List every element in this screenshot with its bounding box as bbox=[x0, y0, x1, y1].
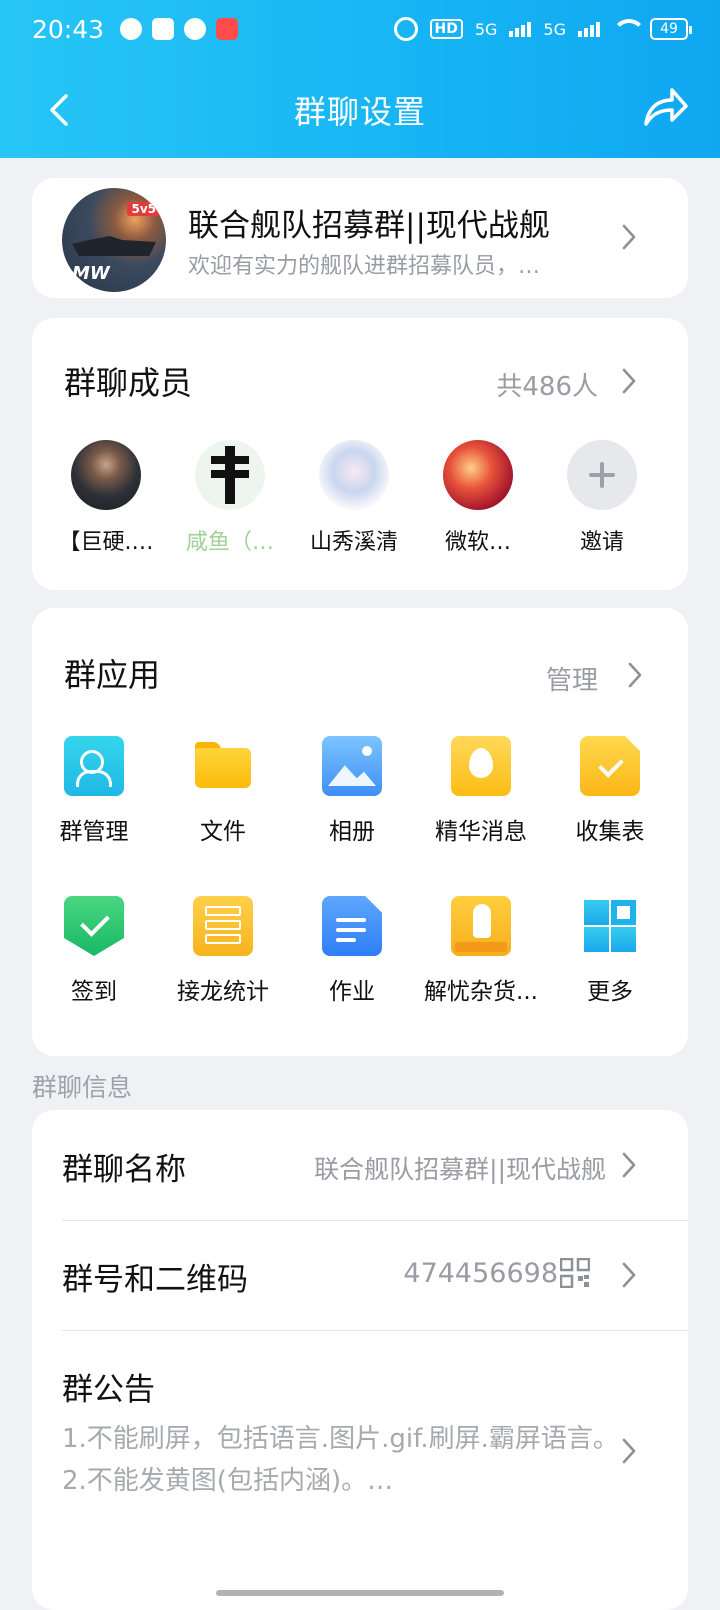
group-profile-card[interactable]: 5v5 MW 联合舰队招募群||现代战舰 欢迎有实力的舰队进群招募队员，… bbox=[32, 178, 688, 298]
members-card: 群聊成员 共486人 【巨硬.… 咸鱼（… 山秀溪清 微软… 邀请 bbox=[32, 318, 688, 590]
app-collect-form[interactable]: 收集表 bbox=[546, 736, 674, 846]
members-title: 群聊成员 bbox=[64, 364, 193, 402]
share-icon[interactable] bbox=[640, 84, 690, 132]
group-number-label: 群号和二维码 bbox=[62, 1262, 248, 1298]
app-notification-icon bbox=[216, 18, 239, 40]
app-files[interactable]: 文件 bbox=[159, 736, 287, 846]
wechat-icon bbox=[120, 18, 143, 40]
back-icon[interactable] bbox=[40, 90, 80, 130]
app-chain-stats[interactable]: 接龙统计 bbox=[159, 896, 287, 1006]
app-album[interactable]: 相册 bbox=[288, 736, 416, 846]
app-label: 签到 bbox=[71, 979, 117, 1005]
chevron-right-icon bbox=[620, 1260, 638, 1290]
alarm-icon bbox=[393, 17, 418, 41]
qr-code-icon bbox=[559, 1257, 591, 1289]
group-avatar: 5v5 MW bbox=[62, 188, 166, 292]
app-label: 相册 bbox=[329, 819, 375, 845]
wifi-icon bbox=[612, 19, 646, 39]
member-item[interactable]: 微软… bbox=[413, 440, 543, 556]
group-name-row[interactable]: 群聊名称 联合舰队招募群||现代战舰 bbox=[32, 1110, 688, 1220]
network-2-label: 5G bbox=[543, 19, 566, 39]
hd-badge: HD bbox=[429, 19, 463, 39]
network-1-label: 5G bbox=[474, 19, 498, 39]
member-item[interactable]: 【巨硬.… bbox=[41, 440, 171, 556]
signal-2-icon bbox=[578, 21, 600, 37]
member-avatar bbox=[443, 440, 513, 510]
app-more[interactable]: 更多 bbox=[546, 896, 674, 1006]
member-name: 【巨硬.… bbox=[58, 530, 154, 555]
app-checkin[interactable]: 签到 bbox=[30, 896, 158, 1006]
app-group-manage[interactable]: 群管理 bbox=[30, 736, 158, 846]
chevron-right-icon bbox=[620, 1436, 638, 1466]
group-description: 欢迎有实力的舰队进群招募队员，… bbox=[188, 254, 541, 279]
chain-stats-icon bbox=[193, 896, 253, 956]
add-icon bbox=[567, 440, 637, 510]
member-name: 咸鱼（… bbox=[185, 530, 274, 555]
chevron-right-icon[interactable] bbox=[626, 660, 644, 690]
ship-graphic bbox=[72, 236, 156, 256]
group-manage-icon bbox=[64, 736, 124, 796]
app-label: 作业 bbox=[329, 979, 375, 1005]
checkin-icon bbox=[64, 896, 124, 956]
signal-1-icon bbox=[509, 21, 532, 37]
status-time: 20:43 bbox=[32, 14, 105, 44]
invite-label: 邀请 bbox=[579, 530, 624, 555]
map-icon bbox=[152, 18, 175, 40]
member-avatar bbox=[71, 440, 141, 510]
group-apps-card: 群应用 管理 群管理 文件 相册 精华消息 收集表 签到 接龙统计 作业 解忧杂… bbox=[32, 608, 688, 1056]
battery-icon: 49 bbox=[650, 18, 692, 40]
member-item[interactable]: 山秀溪清 bbox=[289, 440, 419, 556]
member-name: 微软… bbox=[444, 530, 511, 555]
avatar-badge: 5v5 bbox=[127, 202, 160, 216]
apps-manage-link[interactable]: 管理 bbox=[546, 660, 598, 697]
notice-line: 1.不能刷屏，包括语言.图片.gif.刷屏.霸屏语言。 bbox=[62, 1424, 619, 1454]
app-label: 精华消息 bbox=[435, 819, 527, 845]
member-avatar bbox=[319, 440, 389, 510]
member-item[interactable]: 咸鱼（… bbox=[165, 440, 295, 556]
group-number-value: 474456698 bbox=[403, 1258, 558, 1289]
section-label-info: 群聊信息 bbox=[32, 1073, 133, 1102]
folder-icon bbox=[193, 736, 253, 796]
app-label: 接龙统计 bbox=[177, 979, 269, 1005]
essence-icon bbox=[451, 736, 511, 796]
apps-title: 群应用 bbox=[64, 656, 161, 694]
group-name-label: 群聊名称 bbox=[62, 1152, 186, 1188]
group-name-value: 联合舰队招募群||现代战舰 bbox=[314, 1155, 606, 1184]
group-info-card: 群聊名称 联合舰队招募群||现代战舰 群号和二维码 474456698 群公告 bbox=[32, 1110, 688, 1610]
group-number-row[interactable]: 群号和二维码 474456698 bbox=[32, 1220, 688, 1330]
top-bar: 20:43 HD 5G 5G 49 群聊设置 bbox=[0, 0, 720, 158]
form-icon bbox=[580, 736, 640, 796]
chevron-right-icon bbox=[620, 222, 638, 252]
app-label: 解忧杂货... bbox=[424, 979, 538, 1005]
members-count[interactable]: 共486人 bbox=[496, 366, 598, 403]
app-grocery[interactable]: 解忧杂货... bbox=[417, 896, 545, 1006]
cloud-icon bbox=[184, 18, 207, 40]
group-notice-text: 1.不能刷屏，包括语言.图片.gif.刷屏.霸屏语言。 2.不能发黄图(包括内涵… bbox=[62, 1418, 622, 1502]
grocery-icon bbox=[451, 896, 511, 956]
homework-icon bbox=[322, 896, 382, 956]
group-name: 联合舰队招募群||现代战舰 bbox=[188, 208, 550, 244]
member-avatar bbox=[195, 440, 265, 510]
status-right: HD 5G 5G 49 bbox=[393, 17, 692, 41]
app-essence[interactable]: 精华消息 bbox=[417, 736, 545, 846]
nav-bar: 群聊设置 bbox=[0, 70, 720, 150]
album-icon bbox=[322, 736, 382, 796]
app-label: 群管理 bbox=[59, 819, 129, 845]
page-title: 群聊设置 bbox=[293, 93, 426, 131]
home-indicator[interactable] bbox=[216, 1590, 504, 1596]
app-label: 收集表 bbox=[575, 819, 645, 845]
app-label: 文件 bbox=[200, 819, 246, 845]
more-grid-icon bbox=[580, 896, 640, 956]
app-label: 更多 bbox=[587, 979, 633, 1005]
status-bar: 20:43 HD 5G 5G 49 bbox=[0, 0, 720, 58]
chevron-right-icon[interactable] bbox=[620, 366, 638, 396]
group-notice-label: 群公告 bbox=[62, 1372, 155, 1408]
app-homework[interactable]: 作业 bbox=[288, 896, 416, 1006]
notification-icons bbox=[120, 18, 239, 40]
chevron-right-icon bbox=[620, 1150, 638, 1180]
notice-line: 2.不能发黄图(包括内涵)。… bbox=[62, 1466, 394, 1496]
avatar-mark: MW bbox=[72, 263, 110, 284]
member-name: 山秀溪清 bbox=[309, 530, 398, 555]
invite-member-button[interactable]: 邀请 bbox=[537, 440, 667, 556]
